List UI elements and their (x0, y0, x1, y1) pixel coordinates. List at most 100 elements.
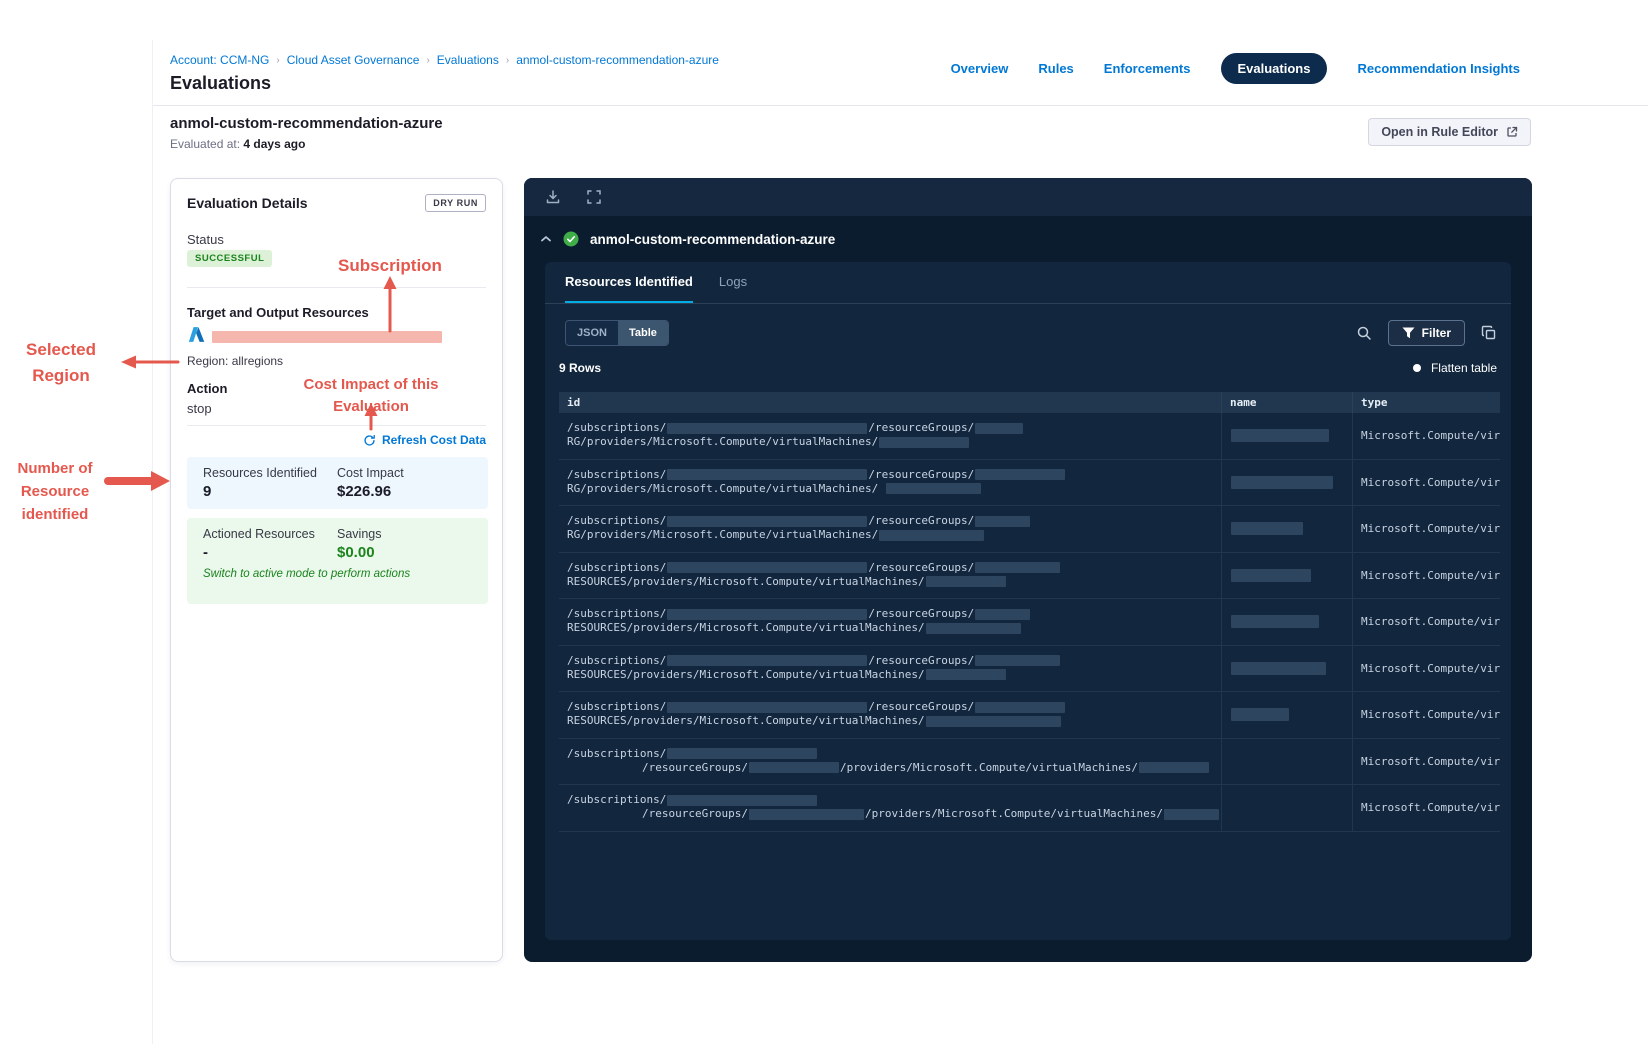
redacted-id-segment (1138, 762, 1209, 773)
nav-overview[interactable]: Overview (951, 61, 1009, 76)
redacted-subscription-bar (212, 331, 442, 343)
collapse-chevron-icon[interactable] (540, 235, 552, 243)
azure-icon (188, 327, 205, 342)
redacted-id-segment (925, 622, 1021, 634)
name-cell (1221, 459, 1352, 505)
redacted-id-segment (879, 436, 970, 448)
redacted-id-segment (975, 701, 1066, 713)
type-cell: Microsoft.Compute/virtu (1352, 738, 1500, 784)
rows-count: 9 Rows (559, 361, 602, 375)
results-tabs: Resources Identified Logs (545, 262, 1511, 304)
redacted-name (1231, 475, 1333, 489)
column-header-type: type (1352, 392, 1500, 413)
top-nav: Overview Rules Enforcements Evaluations … (951, 53, 1520, 84)
redacted-name (1231, 661, 1326, 675)
results-panel: anmol-custom-recommendation-azure Resour… (524, 178, 1532, 962)
type-cell: Microsoft.Compute/virtu (1352, 413, 1500, 459)
evaluation-name: anmol-custom-recommendation-azure (170, 115, 443, 132)
results-controls: JSON Table Filter (565, 319, 1497, 347)
name-cell (1221, 645, 1352, 691)
nav-evaluations[interactable]: Evaluations (1220, 53, 1328, 84)
view-toggle-table[interactable]: Table (617, 321, 668, 345)
redacted-id-segment (667, 608, 868, 620)
filter-button[interactable]: Filter (1387, 320, 1465, 346)
fullscreen-icon[interactable] (586, 189, 602, 205)
filter-funnel-icon (1402, 327, 1415, 339)
results-toolbar (524, 178, 1532, 216)
id-cell: /subscriptions//resourceGroups//provider… (559, 739, 1221, 785)
nav-recommendation-insights[interactable]: Recommendation Insights (1357, 61, 1520, 76)
resources-identified-value: 9 (203, 483, 212, 500)
copy-icon[interactable] (1481, 325, 1497, 341)
actioned-savings-box: Actioned Resources - Savings $0.00 Switc… (187, 518, 488, 604)
redacted-id-segment (975, 655, 1061, 666)
redacted-id-segment (975, 422, 1024, 434)
name-cell (1221, 413, 1352, 459)
evaluated-at: Evaluated at: 4 days ago (170, 137, 305, 151)
savings-value: $0.00 (337, 544, 375, 561)
redacted-name (1231, 708, 1289, 722)
breadcrumb-cloud-asset-governance[interactable]: Cloud Asset Governance (287, 53, 420, 67)
breadcrumb-evaluations[interactable]: Evaluations (437, 53, 499, 67)
cost-impact-value: $226.96 (337, 483, 392, 500)
evaluation-details-title: Evaluation Details (187, 195, 308, 211)
evaluated-at-value: 4 days ago (243, 137, 306, 151)
status-badge: SUCCESSFUL (187, 250, 273, 267)
results-table-body: /subscriptions//resourceGroups/RG/provid… (559, 413, 1500, 832)
breadcrumb-account[interactable]: Account: CCM-NG (170, 53, 269, 67)
page-title: Evaluations (170, 73, 272, 93)
type-cell: Microsoft.Compute/virtu (1352, 692, 1500, 738)
redacted-id-segment (975, 608, 1031, 620)
redacted-id-segment (748, 808, 864, 820)
table-row: /subscriptions//resourceGroups/RG/provid… (559, 506, 1500, 553)
flatten-table-dot-icon (1412, 364, 1421, 372)
annotation-resources-identified: Number of Resource identified (17, 460, 93, 523)
download-icon[interactable] (545, 189, 561, 205)
refresh-cost-data-label: Refresh Cost Data (381, 433, 486, 447)
type-cell: Microsoft.Compute/virtu (1352, 552, 1500, 598)
redacted-id-segment (667, 422, 868, 434)
evaluated-at-label: Evaluated at: (170, 137, 241, 151)
type-cell: Microsoft.Compute/virtu (1352, 506, 1500, 552)
view-toggle: JSON Table (565, 320, 669, 346)
divider (187, 425, 486, 426)
tab-resources-identified[interactable]: Resources Identified (565, 262, 693, 303)
redacted-id-segment (925, 669, 1006, 680)
id-cell: /subscriptions//resourceGroups/RESOURCES… (559, 692, 1221, 738)
name-cell (1221, 692, 1352, 738)
breadcrumb-separator: › (426, 54, 430, 66)
view-toggle-json[interactable]: JSON (566, 321, 618, 345)
breadcrumb-separator: › (505, 54, 510, 66)
results-title-row: anmol-custom-recommendation-azure (524, 216, 835, 262)
redacted-id-segment (667, 794, 818, 806)
search-icon[interactable] (1356, 325, 1372, 341)
nav-rules[interactable]: Rules (1038, 61, 1073, 76)
redacted-name (1231, 429, 1329, 443)
nav-enforcements[interactable]: Enforcements (1104, 61, 1191, 76)
open-rule-editor-button[interactable]: Open in Rule Editor (1368, 118, 1531, 146)
id-cell: /subscriptions//resourceGroups/RG/provid… (559, 460, 1221, 506)
redacted-id-segment (667, 562, 868, 573)
table-row: /subscriptions//resourceGroups/RESOURCES… (559, 599, 1500, 646)
status-label: Status (187, 232, 224, 247)
table-row: /subscriptions//resourceGroups//provider… (559, 738, 1500, 785)
redacted-id-segment (667, 469, 868, 480)
name-cell (1221, 599, 1352, 645)
name-cell (1221, 506, 1352, 552)
results-table: id name type /subscriptions//resourceGro… (559, 392, 1500, 832)
active-mode-note: Switch to active mode to perform actions (203, 568, 411, 580)
flatten-table-toggle[interactable]: Flatten table (1412, 361, 1497, 375)
table-row: /subscriptions//resourceGroups/RESOURCES… (559, 645, 1500, 692)
refresh-cost-data-link[interactable]: Refresh Cost Data (363, 433, 486, 447)
id-cell: /subscriptions//resourceGroups/RG/provid… (559, 413, 1221, 459)
table-row: /subscriptions//resourceGroups//provider… (559, 785, 1500, 832)
column-header-id: id (567, 396, 581, 409)
annotation-cost-impact: Cost Impact of this Evaluation (303, 376, 439, 415)
breadcrumb-separator: › (276, 54, 280, 66)
flatten-table-label: Flatten table (1430, 361, 1497, 375)
tab-logs[interactable]: Logs (719, 262, 747, 303)
annotation-subscription: Subscription (338, 256, 442, 275)
cost-impact-label: Cost Impact (337, 466, 404, 480)
redacted-name (1231, 568, 1311, 582)
savings-label: Savings (337, 527, 382, 541)
